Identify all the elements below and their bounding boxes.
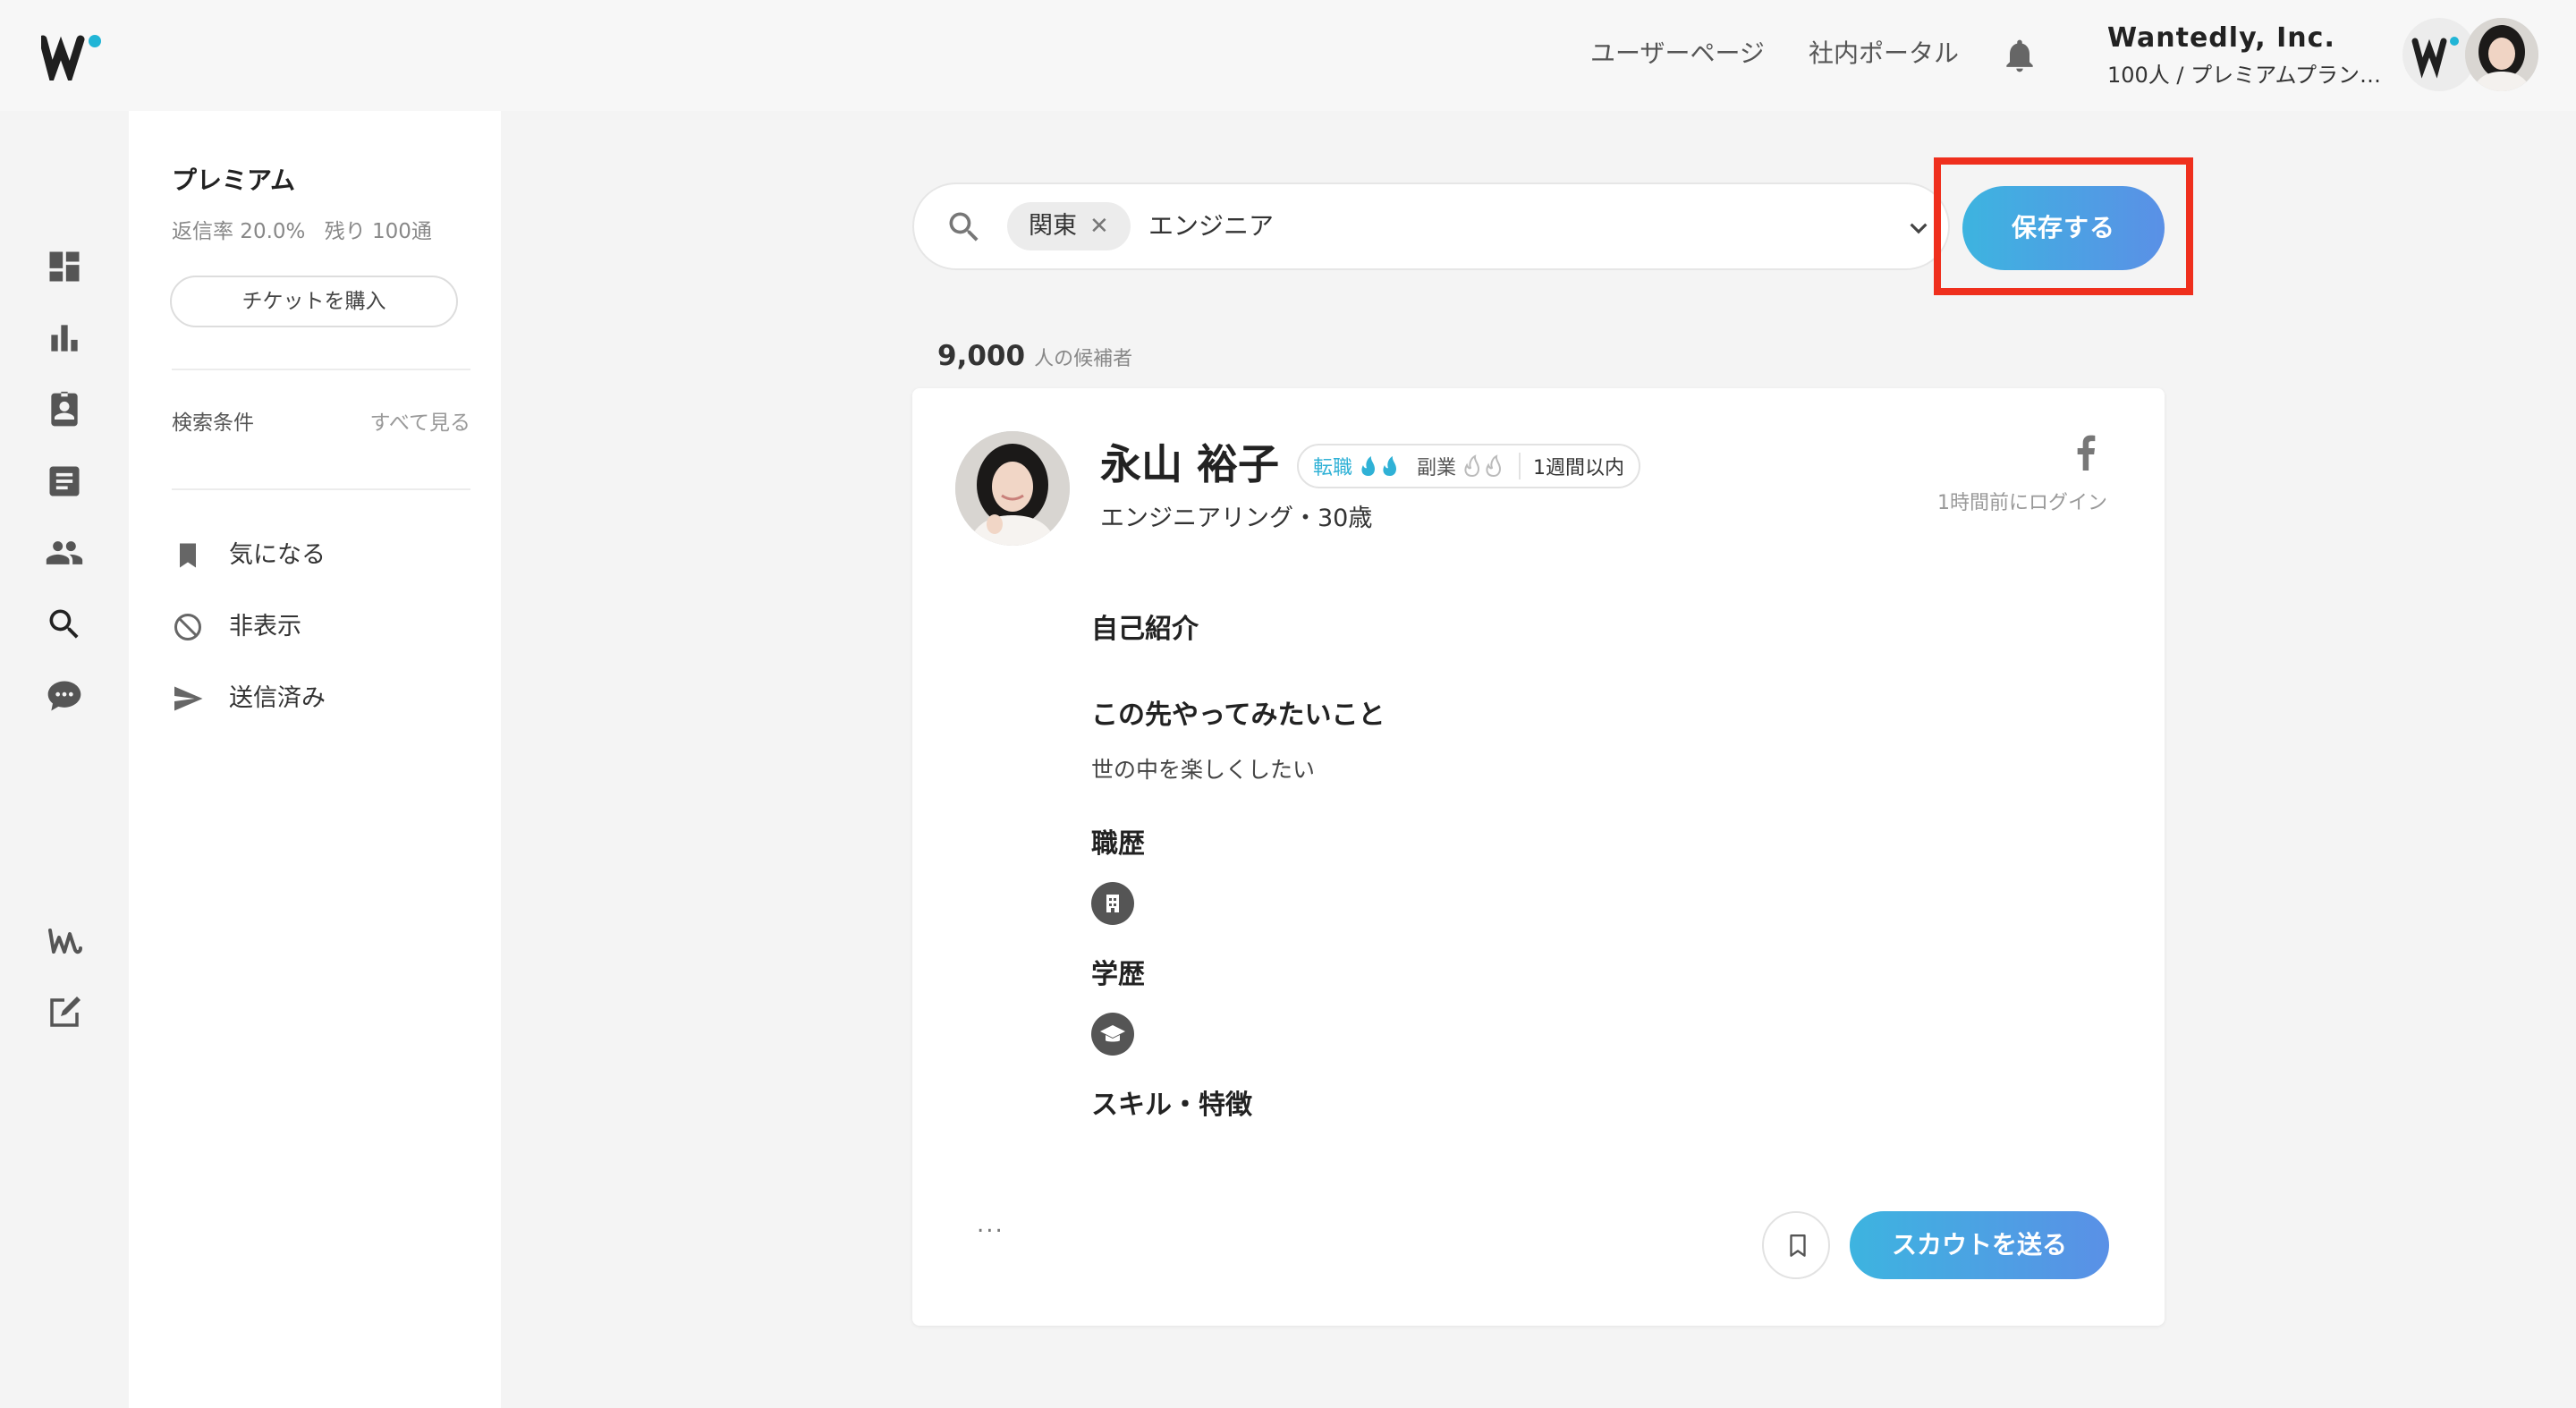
search-query[interactable]: エンジニア [1148, 204, 1274, 249]
wantedly-w-icon[interactable] [45, 921, 84, 961]
top-bar: ユーザーページ 社内ポータル Wantedly, Inc. 100人 / プレミ… [0, 0, 2576, 111]
dashboard-icon[interactable] [45, 247, 84, 286]
section-education-heading: 学歴 [1091, 959, 1145, 990]
candidate-name[interactable]: 永山 裕子 [1100, 437, 1279, 492]
list-icon[interactable] [45, 462, 84, 501]
save-search-button[interactable]: 保存する [1962, 186, 2165, 270]
facebook-icon[interactable] [2072, 435, 2098, 471]
company-building-icon [1091, 882, 1134, 925]
search-conditions-label: 検索条件 [172, 411, 254, 435]
graduation-cap-icon [1091, 1013, 1134, 1056]
candidate-count: 9,000 人の候補者 [937, 336, 1132, 380]
bookmark-icon [172, 539, 204, 572]
candidate-status-tags: 転職 副業 1週間以内 [1297, 444, 1641, 488]
reply-rate: 返信率 20.0% [172, 220, 306, 243]
side-job-tag: 副業 [1417, 452, 1506, 480]
candidate-photo[interactable] [955, 431, 1070, 546]
section-career-heading: 職歴 [1091, 828, 1145, 860]
candidate-count-label: 人の候補者 [1034, 348, 1133, 370]
side-panel: プレミアム 返信率 20.0% 残り 100通 チケットを購入 検索条件 すべて… [129, 111, 501, 1408]
divider [172, 488, 470, 490]
block-icon [172, 611, 204, 643]
bell-icon[interactable] [2000, 36, 2039, 75]
search-icon [945, 208, 984, 247]
edit-icon[interactable] [45, 993, 84, 1032]
candidate-occupation-age: エンジニアリング・30歳 [1100, 505, 1373, 532]
chip-label: 関東 [1029, 212, 1077, 240]
more-options-button[interactable]: ... [977, 1211, 1004, 1238]
see-all-link[interactable]: すべて見る [370, 408, 470, 438]
user-avatar [2465, 18, 2538, 91]
flame-icon [1464, 454, 1502, 478]
chat-icon[interactable] [45, 676, 84, 716]
sidebar-item-label: 非表示 [229, 613, 301, 640]
sidebar-item-hidden[interactable]: 非表示 [172, 605, 458, 649]
job-change-label: 転職 [1313, 457, 1353, 479]
company-info[interactable]: Wantedly, Inc. 100人 / プレミアムプラン ... [2107, 20, 2385, 91]
section-future-text: 世の中を楽しくしたい [1091, 757, 1316, 783]
company-plan: 100人 / プレミアムプラン ... [2107, 63, 2385, 88]
section-intro-heading: 自己紹介 [1091, 614, 1199, 645]
last-login: 1時間前にログイン [1937, 492, 2107, 514]
plan-stats: 返信率 20.0% 残り 100通 [172, 216, 445, 247]
remaining-messages: 残り 100通 [324, 220, 432, 243]
flame-icon [1361, 456, 1397, 476]
bookmark-outline-icon [1790, 1234, 1806, 1257]
tag-separator [1519, 453, 1521, 479]
plan-title: プレミアム [172, 165, 296, 195]
account-avatars[interactable] [2402, 18, 2538, 93]
bar-chart-icon[interactable] [45, 318, 84, 358]
company-name: Wantedly, Inc. [2107, 22, 2335, 54]
nav-internal-portal-link[interactable]: 社内ポータル [1809, 36, 1959, 72]
candidate-card[interactable]: 永山 裕子 転職 副業 1週間以内 エンジニアリング・30歳 1時間前にログイン… [912, 388, 2165, 1326]
filter-chip-region[interactable]: 関東 ✕ [1007, 202, 1131, 250]
sidebar-item-label: 気になる [229, 541, 326, 569]
side-job-label: 副業 [1417, 457, 1457, 479]
buy-ticket-button[interactable]: チケットを購入 [170, 276, 458, 327]
send-scout-button[interactable]: スカウトを送る [1850, 1211, 2109, 1279]
badge-icon[interactable] [45, 390, 84, 429]
sidebar-item-label: 送信済み [229, 684, 326, 712]
close-icon[interactable]: ✕ [1089, 202, 1109, 250]
chevron-down-icon[interactable] [1902, 211, 1936, 245]
search-bar[interactable]: 関東 ✕ エンジニア [912, 182, 1950, 270]
nav-user-page-link[interactable]: ユーザーページ [1590, 36, 1765, 72]
sidebar-item-interested[interactable]: 気になる [172, 533, 458, 578]
bookmark-button[interactable] [1762, 1211, 1830, 1279]
sidebar-item-sent[interactable]: 送信済み [172, 676, 458, 721]
job-change-tag: 転職 [1313, 452, 1402, 480]
people-icon[interactable] [45, 533, 84, 573]
wantedly-logo-icon[interactable] [41, 32, 106, 81]
section-skills-heading: スキル・特徴 [1091, 1090, 1252, 1121]
divider [172, 369, 470, 370]
send-icon [172, 683, 204, 715]
activity-recency: 1週間以内 [1533, 457, 1625, 479]
section-future-heading: この先やってみたいこと [1091, 700, 1385, 731]
search-icon[interactable] [45, 605, 84, 644]
candidate-count-number: 9,000 [937, 340, 1026, 372]
